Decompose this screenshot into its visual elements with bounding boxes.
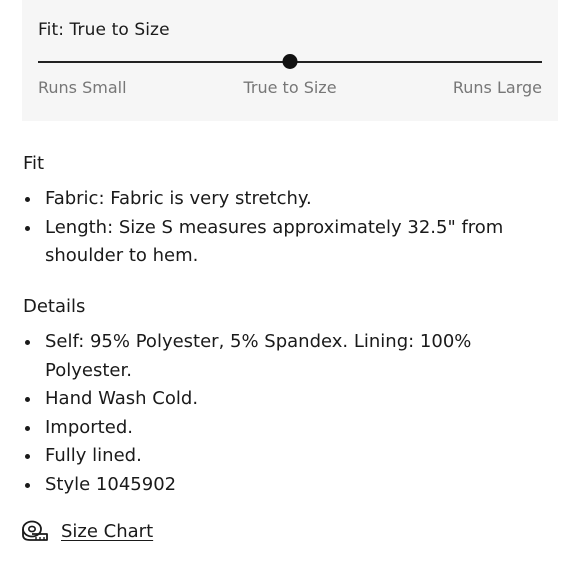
fit-label-runs-small: Runs Small (38, 78, 127, 97)
list-item: Self: 95% Polyester, 5% Spandex. Lining:… (23, 328, 543, 385)
details-list: Self: 95% Polyester, 5% Spandex. Lining:… (23, 328, 543, 499)
list-item: Fabric: Fabric is very stretchy. (23, 185, 543, 214)
bullet-icon (25, 482, 30, 488)
size-chart-label[interactable]: Size Chart (61, 521, 153, 542)
bullet-icon (25, 425, 30, 431)
fit-meter-title: Fit: True to Size (38, 20, 170, 40)
fit-label-true-to-size: True to Size (243, 78, 337, 97)
fit-section-title: Fit (23, 153, 45, 174)
list-item: Hand Wash Cold. (23, 385, 543, 414)
details-section-title: Details (23, 296, 86, 317)
size-chart-link[interactable]: Size Chart (22, 520, 153, 542)
measuring-tape-icon (22, 520, 48, 541)
fit-label-runs-large: Runs Large (452, 78, 542, 97)
list-item: Fully lined. (23, 442, 543, 471)
list-item: Imported. (23, 414, 543, 443)
list-item: Length: Size S measures approximately 32… (23, 214, 543, 271)
bullet-icon (25, 454, 30, 459)
fit-meter-indicator (282, 54, 298, 69)
bullet-icon (25, 197, 30, 202)
fit-list: Fabric: Fabric is very stretchy. Length:… (23, 185, 543, 271)
bullet-icon (25, 397, 30, 402)
bullet-icon (25, 340, 30, 345)
bullet-icon (25, 225, 30, 231)
fit-meter-panel: Fit: True to Size Runs Small True to Siz… (22, 0, 558, 121)
list-item: Style 1045902 (23, 471, 543, 500)
